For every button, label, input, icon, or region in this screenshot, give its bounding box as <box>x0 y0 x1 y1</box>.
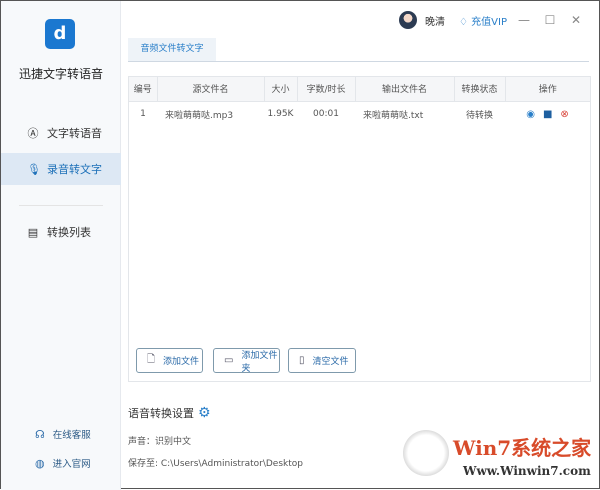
vip-label: 充值VIP <box>471 16 507 28</box>
microphone-icon: 🎙 <box>27 162 41 176</box>
minimize-button[interactable]: — <box>515 13 533 27</box>
col-header: 编号 <box>129 77 158 102</box>
clear-files-button[interactable]: ▯ 清空文件 <box>288 348 356 373</box>
col-header: 源文件名 <box>157 77 265 102</box>
button-label: 添加文件夹 <box>241 350 278 374</box>
cell-no: 1 <box>140 109 146 120</box>
table-header: 编号 源文件名 大小 字数/时长 输出文件名 转换状态 操作 <box>129 77 590 102</box>
voice-setting: 声音：识别中文 <box>128 437 192 447</box>
table-row[interactable]: 1 来啦萌萌哒.mp3 1.95K 00:01 来啦萌萌哒.txt 待转换 ◉ ■… <box>129 101 590 127</box>
settings-title-text: 语音转换设置 <box>128 407 194 420</box>
sidebar-item-label: 录音转文字 <box>47 163 102 176</box>
divider <box>19 205 103 206</box>
footer-label: 在线客服 <box>52 430 91 441</box>
tab-underline <box>128 61 589 62</box>
sidebar-item-conversion-list[interactable]: ▤ 转换列表 <box>1 216 121 248</box>
text-a-icon: Ⓐ <box>27 127 39 140</box>
add-folder-button[interactable]: ▭ 添加文件夹 <box>213 348 280 374</box>
title-bar: 晚清 ♢ 充值VIP — ☐ ✕ <box>399 11 599 29</box>
settings-title: 语音转换设置 ⚙ <box>128 405 211 421</box>
app-name: 迅捷文字转语音 <box>18 67 103 81</box>
folder-icon[interactable]: ■ <box>543 109 552 120</box>
official-site-link[interactable]: ◍ 进入官网 <box>35 456 91 471</box>
col-header: 操作 <box>505 77 590 102</box>
sidebar-item-label: 转换列表 <box>47 226 91 239</box>
cell-actions: ◉ ■ ⊗ <box>505 101 590 127</box>
col-header: 字数/时长 <box>297 77 356 102</box>
online-support-link[interactable]: ☊ 在线客服 <box>35 427 91 442</box>
cell-output: 来啦萌萌哒.txt <box>363 110 424 121</box>
trash-icon: ▯ <box>299 355 305 366</box>
folder-icon: ▭ <box>224 355 234 366</box>
file-plus-icon: 🗋 <box>147 354 156 365</box>
gear-icon[interactable]: ⚙ <box>198 405 211 421</box>
windows-flag-icon <box>403 430 449 476</box>
button-label: 清空文件 <box>312 357 349 367</box>
footer-label: 进入官网 <box>52 459 91 470</box>
delete-icon[interactable]: ⊗ <box>560 109 568 120</box>
app-logo: d <box>45 19 75 49</box>
col-header: 输出文件名 <box>355 77 455 102</box>
button-label: 添加文件 <box>163 357 200 367</box>
save-path[interactable]: 保存至: C:\Users\Administrator\Desktop <box>128 456 303 469</box>
sidebar-item-speech-to-text[interactable]: 🎙 录音转文字 <box>1 153 121 185</box>
add-file-button[interactable]: 🗋 添加文件 <box>136 348 203 373</box>
col-header: 大小 <box>264 77 298 102</box>
globe-icon: ◍ <box>35 456 45 470</box>
cell-size: 1.95K <box>267 109 294 120</box>
maximize-button[interactable]: ☐ <box>541 13 559 27</box>
col-header: 转换状态 <box>454 77 506 102</box>
close-button[interactable]: ✕ <box>567 13 585 27</box>
eye-icon[interactable]: ◉ <box>526 109 535 120</box>
username[interactable]: 晚清 <box>425 13 445 28</box>
headset-icon: ☊ <box>35 427 45 441</box>
file-table: 编号 源文件名 大小 字数/时长 输出文件名 转换状态 操作 1 来啦萌萌哒.m… <box>129 77 590 127</box>
sidebar: d 迅捷文字转语音 Ⓐ 文字转语音 🎙 录音转文字 ▤ 转换列表 ☊ 在线客服 ◍ 进入官… <box>1 1 121 490</box>
watermark-url: Www.Winwin7.com <box>463 464 591 478</box>
file-table-panel: 编号 源文件名 大小 字数/时长 输出文件名 转换状态 操作 1 来啦萌萌哒.m… <box>128 76 591 382</box>
tab-audio-to-text[interactable]: 音频文件转文字 <box>128 38 216 61</box>
sidebar-item-text-to-speech[interactable]: Ⓐ 文字转语音 <box>1 117 121 149</box>
diamond-icon: ♢ <box>459 16 468 28</box>
sidebar-item-label: 文字转语音 <box>47 127 102 140</box>
watermark-logo: Win7系统之家 Www.Winwin7.com <box>403 426 599 488</box>
vip-button[interactable]: ♢ 充值VIP <box>459 13 507 28</box>
cell-source: 来啦萌萌哒.mp3 <box>165 110 234 121</box>
watermark-title: Win7系统之家 <box>453 436 592 460</box>
cell-duration: 00:01 <box>313 109 339 120</box>
cell-status: 待转换 <box>465 110 493 121</box>
list-doc-icon: ▤ <box>27 225 39 239</box>
avatar[interactable] <box>399 11 418 29</box>
